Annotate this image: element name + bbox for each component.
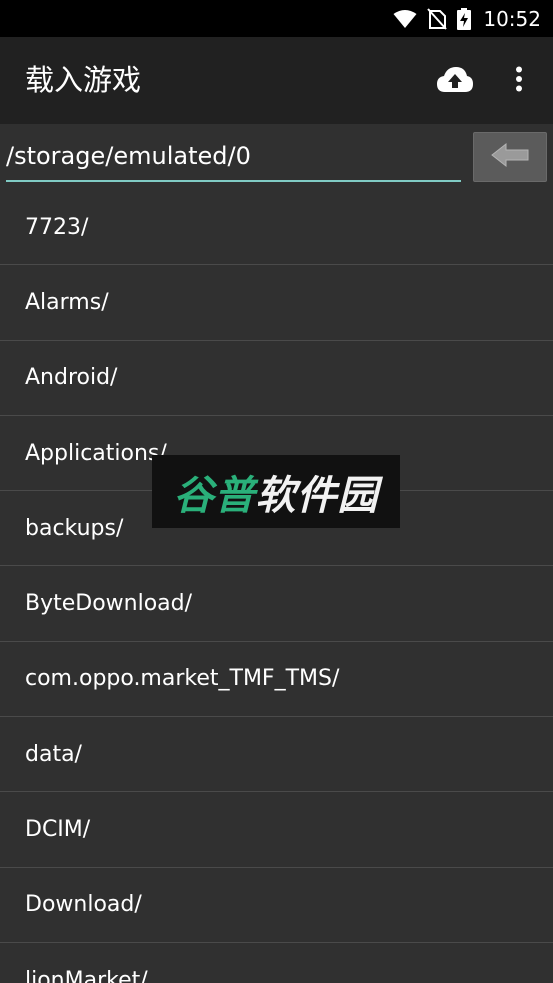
list-item[interactable]: 7723/ <box>0 190 553 266</box>
status-bar: 10:52 <box>0 0 553 37</box>
list-item[interactable]: ByteDownload/ <box>0 566 553 642</box>
list-item[interactable]: data/ <box>0 717 553 793</box>
status-icons: 10:52 <box>393 0 541 37</box>
battery-charging-icon <box>457 7 472 30</box>
list-item[interactable]: lionMarket/ <box>0 943 553 983</box>
back-button[interactable] <box>473 132 547 182</box>
page-title: 载入游戏 <box>25 63 142 97</box>
list-item[interactable]: Download/ <box>0 868 553 943</box>
app-bar: 载入游戏 <box>0 37 553 124</box>
clock: 10:52 <box>483 6 541 31</box>
upload-button[interactable] <box>428 61 482 101</box>
path-input[interactable] <box>6 138 461 182</box>
wifi-icon <box>393 9 417 29</box>
overflow-menu-button[interactable] <box>503 61 535 101</box>
file-list: 7723/ Alarms/ Android/ Applications/ bac… <box>0 190 553 983</box>
arrow-left-icon <box>490 142 530 172</box>
more-vert-icon <box>515 66 523 96</box>
cloud-upload-icon <box>436 65 474 97</box>
watermark: 谷普 软件园 <box>152 455 400 528</box>
list-item[interactable]: Alarms/ <box>0 265 553 341</box>
list-item[interactable]: Android/ <box>0 341 553 416</box>
no-sim-icon <box>427 7 448 30</box>
watermark-text-green: 谷普 <box>173 472 256 519</box>
watermark-text-white: 软件园 <box>255 472 379 519</box>
list-item[interactable]: com.oppo.market_TMF_TMS/ <box>0 642 553 718</box>
list-item[interactable]: DCIM/ <box>0 792 553 868</box>
